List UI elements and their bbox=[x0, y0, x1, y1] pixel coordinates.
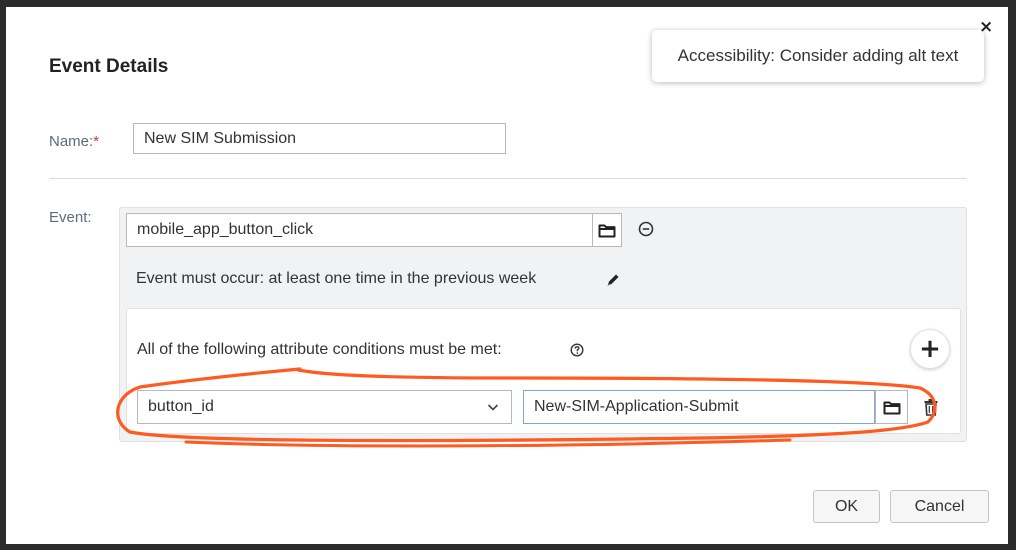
attribute-value-input[interactable]: New-SIM-Application-Submit bbox=[523, 390, 875, 424]
name-input[interactable]: New SIM Submission bbox=[133, 123, 506, 154]
divider bbox=[49, 178, 967, 179]
name-label: Name:* bbox=[49, 133, 99, 150]
event-browse-button[interactable] bbox=[592, 213, 622, 247]
name-input-value: New SIM Submission bbox=[144, 129, 297, 147]
plus-icon: + bbox=[919, 334, 941, 364]
attribute-value-text: New-SIM-Application-Submit bbox=[534, 398, 739, 415]
cancel-button[interactable]: Cancel bbox=[890, 490, 989, 523]
accessibility-tooltip: Accessibility: Consider adding alt text bbox=[652, 30, 984, 82]
required-marker: * bbox=[93, 133, 100, 150]
ok-button[interactable]: OK bbox=[813, 490, 880, 523]
folder-icon bbox=[598, 224, 616, 237]
name-label-text: Name: bbox=[49, 133, 94, 150]
add-condition-button[interactable]: + bbox=[910, 329, 950, 369]
attribute-select[interactable]: button_id bbox=[137, 390, 512, 424]
value-browse-button[interactable] bbox=[875, 390, 908, 424]
event-input[interactable]: mobile_app_button_click bbox=[126, 213, 593, 247]
folder-icon bbox=[883, 401, 900, 414]
conditions-heading: All of the following attribute condition… bbox=[137, 341, 502, 358]
occurrence-text: Event must occur: at least one time in t… bbox=[136, 270, 537, 287]
dialog-title: Event Details bbox=[49, 56, 169, 77]
event-label: Event: bbox=[49, 209, 92, 226]
tooltip-text: Accessibility: Consider adding alt text bbox=[677, 46, 959, 65]
delete-condition-icon[interactable] bbox=[923, 398, 939, 416]
edit-pencil-icon[interactable] bbox=[605, 272, 621, 288]
chevron-down-icon bbox=[487, 404, 499, 411]
attribute-select-value: button_id bbox=[148, 398, 214, 415]
remove-event-icon[interactable] bbox=[638, 221, 654, 237]
help-icon[interactable] bbox=[570, 343, 584, 357]
event-input-value: mobile_app_button_click bbox=[137, 221, 314, 238]
